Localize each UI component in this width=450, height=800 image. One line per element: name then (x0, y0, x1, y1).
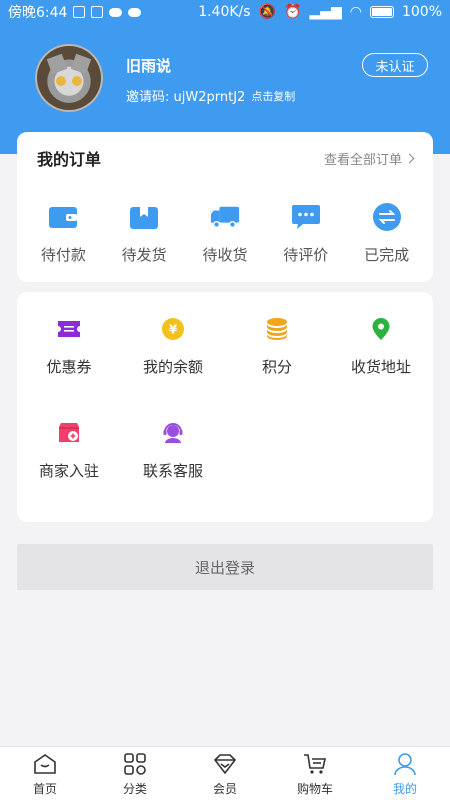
status-bar: 傍晚6:44 1.40K/s 🔕 ⏰ ▂▄▆ ◠ 100% (0, 0, 450, 24)
signal-icon: ▂▄▆ (309, 4, 342, 20)
order-status-label: 待付款 (40, 246, 86, 264)
orders-card: 我的订单 查看全部订单 待付款 待发货 待收货 待评价 已完成 (17, 132, 433, 282)
view-all-orders-link[interactable]: 查看全部订单 (323, 149, 415, 168)
invite-code-row[interactable]: 邀请码: ujW2prntJ2 点击复制 (126, 86, 295, 106)
service-balance[interactable]: ¥ 我的余额 (121, 294, 225, 398)
order-pending-payment[interactable]: 待付款 (25, 204, 101, 265)
service-coupons[interactable]: 优惠券 (17, 294, 121, 398)
tab-label: 会员 (212, 781, 237, 796)
service-label: 联系客服 (142, 461, 203, 480)
tab-label: 分类 (122, 781, 147, 796)
customer-service-icon (158, 420, 188, 446)
order-status-label: 已完成 (364, 246, 410, 264)
view-all-orders-label: 查看全部订单 (323, 152, 402, 168)
image-notification-icon (91, 6, 104, 18)
order-pending-shipment[interactable]: 待发货 (106, 204, 182, 265)
tab-cart[interactable]: 购物车 (270, 747, 360, 800)
status-time: 傍晚6:44 (8, 5, 68, 21)
alarm-icon: ⏰ (284, 4, 302, 20)
avatar-eye (56, 76, 66, 86)
gallery-notification-icon (73, 6, 86, 18)
orders-header: 我的订单 查看全部订单 (17, 132, 433, 184)
box-icon (129, 204, 159, 230)
comment-icon (291, 204, 321, 230)
avatar-ear (46, 53, 68, 75)
tab-label: 我的 (392, 781, 417, 796)
service-points[interactable]: 积分 (225, 294, 329, 398)
truck-icon (210, 204, 240, 230)
battery-icon (369, 6, 394, 18)
tab-mine[interactable]: 我的 (360, 747, 450, 800)
mute-icon: 🔕 (258, 4, 276, 20)
order-status-label: 待发货 (121, 246, 167, 264)
services-card: 优惠券 ¥ 我的余额 积分 收货地址 商家入驻 联系客服 (17, 292, 433, 522)
service-label: 积分 (261, 357, 292, 376)
order-pending-receipt[interactable]: 待收货 (187, 204, 263, 265)
battery-level: 100% (401, 4, 442, 20)
exchange-icon (372, 203, 402, 231)
category-icon (124, 752, 146, 775)
chat-notification-icon (109, 7, 123, 17)
logout-button[interactable]: 退出登录 (17, 544, 433, 590)
tab-category[interactable]: 分类 (90, 747, 180, 800)
verify-status-button[interactable]: 未认证 (362, 53, 428, 77)
avatar[interactable] (35, 44, 103, 112)
order-status-label: 待评价 (283, 246, 329, 264)
service-label: 商家入驻 (38, 461, 99, 480)
services-grid: 优惠券 ¥ 我的余额 积分 收货地址 商家入驻 联系客服 (17, 292, 433, 502)
service-label: 优惠券 (46, 357, 92, 376)
order-completed[interactable]: 已完成 (349, 203, 425, 265)
diamond-icon (213, 753, 237, 774)
tab-home[interactable]: 首页 (0, 747, 90, 800)
home-icon (34, 753, 56, 774)
tab-label: 购物车 (296, 781, 333, 796)
coins-stack-icon (262, 316, 292, 342)
orders-title: 我的订单 (37, 150, 102, 169)
tab-label: 首页 (32, 781, 57, 796)
svg-text:¥: ¥ (169, 322, 178, 336)
order-pending-review[interactable]: 待评价 (268, 204, 344, 265)
order-status-label: 待收货 (202, 246, 248, 264)
cart-icon (304, 753, 326, 774)
service-customer-support[interactable]: 联系客服 (121, 398, 225, 502)
network-speed: 1.40K/s (198, 4, 251, 20)
chevron-right-icon (404, 153, 415, 163)
service-address[interactable]: 收货地址 (329, 294, 433, 398)
location-pin-icon (366, 316, 396, 342)
service-label: 我的余额 (142, 357, 203, 376)
copy-invite-button[interactable]: 点击复制 (251, 88, 295, 104)
service-merchant-join[interactable]: 商家入驻 (17, 398, 121, 502)
invite-code: 邀请码: ujW2prntJ2 (126, 90, 246, 105)
username: 旧雨说 (126, 57, 172, 75)
coupon-icon (54, 316, 84, 342)
message-notification-icon (128, 7, 142, 17)
avatar-eye (72, 76, 82, 86)
user-icon (394, 752, 416, 775)
wifi-icon: ◠ (349, 4, 362, 20)
order-status-row: 待付款 待发货 待收货 待评价 已完成 (17, 184, 433, 265)
store-icon (54, 420, 84, 446)
wallet-icon (48, 204, 78, 230)
service-label: 收货地址 (350, 357, 411, 376)
bottom-tab-bar: 首页 分类 会员 购物车 我的 (0, 746, 450, 800)
yen-coin-icon: ¥ (158, 316, 188, 342)
tab-member[interactable]: 会员 (180, 747, 270, 800)
avatar-ear (70, 53, 92, 75)
